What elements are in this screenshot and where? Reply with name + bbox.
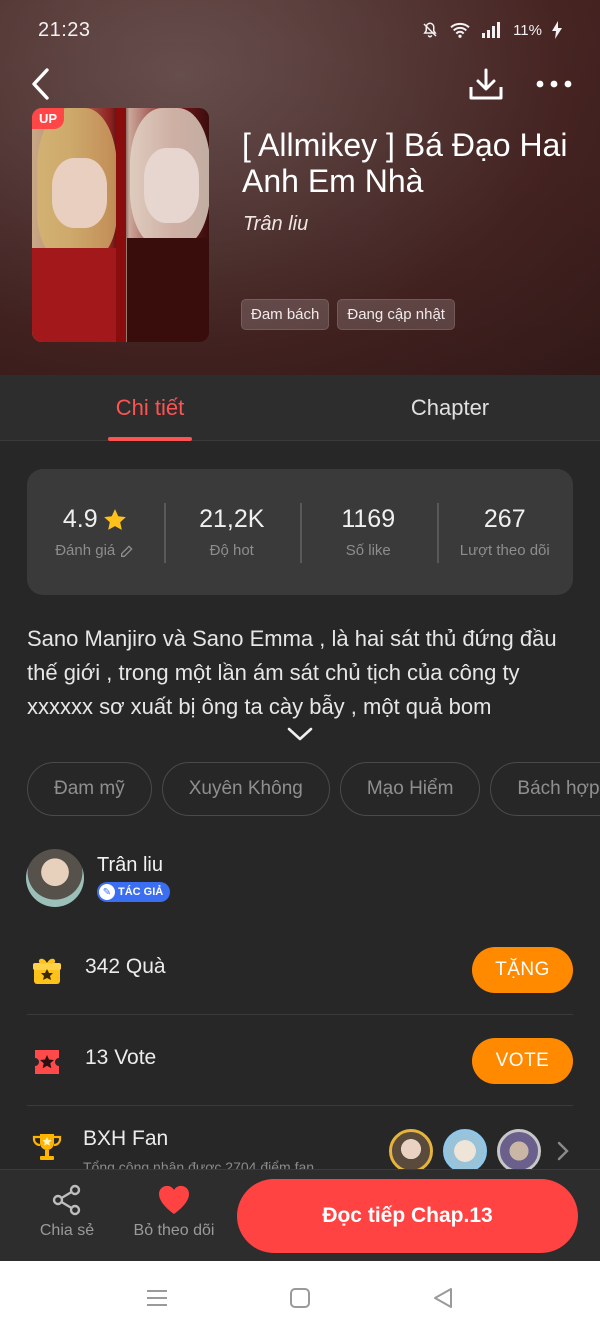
book-title: [ Allmikey ] Bá Đạo Hai Anh Em Nhà — [242, 127, 568, 199]
battery-charging-icon — [552, 21, 562, 39]
hot-value: 21,2K — [199, 505, 265, 533]
vote-count: 13 Vote — [85, 1046, 157, 1069]
battery-text: 11% — [513, 21, 542, 39]
heart-icon — [158, 1185, 190, 1214]
hot-label: Độ hot — [209, 542, 254, 559]
stat-likes: 1169 Số like — [300, 469, 437, 595]
home-button[interactable] — [285, 1283, 315, 1313]
tag-item[interactable]: Xuyên Không — [161, 762, 330, 816]
back-triangle-icon — [434, 1288, 452, 1308]
home-square-icon — [290, 1288, 310, 1308]
chevron-right-icon — [557, 1141, 569, 1161]
rating-label: Đánh giá — [55, 542, 116, 559]
author-row[interactable]: Trân liu ✎ TÁC GIẢ — [26, 849, 586, 907]
fan-avatar[interactable] — [497, 1129, 541, 1173]
likes-label: Số like — [345, 542, 391, 559]
fan-ranking-title: BXH Fan — [83, 1127, 169, 1150]
book-author[interactable]: Trân liu — [243, 213, 308, 236]
give-gift-button[interactable]: TẶNG — [472, 947, 573, 993]
author-name[interactable]: Trân liu — [97, 854, 163, 877]
update-badge: UP — [32, 108, 65, 129]
book-cover[interactable] — [32, 108, 209, 342]
genre-chips: Đam bách Đang cập nhật — [241, 299, 455, 330]
edit-pencil-icon — [121, 544, 133, 557]
top-navigation — [0, 62, 600, 106]
author-avatar[interactable] — [26, 849, 84, 907]
share-label: Chia sẻ — [39, 1222, 95, 1239]
tag-item[interactable]: Mạo Hiểm — [339, 762, 481, 816]
system-back-button[interactable] — [428, 1283, 458, 1313]
followers-value: 267 — [483, 505, 526, 533]
tab-chapter[interactable]: Chapter — [380, 375, 520, 441]
continue-reading-button[interactable]: Đọc tiếp Chap.13 — [237, 1179, 578, 1253]
stat-followers: 267 Lượt theo dõi — [436, 469, 574, 595]
expand-description-button[interactable] — [284, 722, 316, 746]
vote-ticket-icon — [35, 1050, 59, 1074]
rating-value: 4.9 — [62, 505, 98, 533]
more-dots-icon — [536, 80, 572, 88]
share-icon — [52, 1184, 81, 1216]
stat-rating[interactable]: 4.9 Đánh giá — [27, 469, 164, 595]
stats-card: 4.9 Đánh giá 21,2K Độ hot 1169 Số like 2… — [27, 469, 573, 595]
tag-item[interactable]: Đam mỹ — [27, 762, 152, 816]
bottom-action-bar: Chia sẻ Bỏ theo dõi Đọc tiếp Chap.13 — [0, 1169, 600, 1261]
gift-row: 342 Quà TẶNG — [27, 925, 573, 1015]
download-icon — [469, 68, 503, 100]
active-tab-indicator — [108, 437, 192, 441]
status-time: 21:23 — [38, 18, 91, 41]
followers-label: Lượt theo dõi — [459, 542, 550, 559]
mute-icon — [421, 21, 439, 39]
chevron-down-icon — [287, 727, 313, 741]
author-badge: ✎ TÁC GIẢ — [97, 882, 171, 902]
fan-avatar[interactable] — [443, 1129, 487, 1173]
vote-row: 13 Vote VOTE — [27, 1016, 573, 1106]
genre-chip[interactable]: Đam bách — [241, 299, 330, 330]
vote-button[interactable]: VOTE — [472, 1038, 573, 1084]
tab-detail[interactable]: Chi tiết — [80, 375, 220, 441]
gift-icon — [33, 958, 61, 984]
tab-bar: Chi tiết Chapter — [0, 375, 600, 441]
wifi-icon — [449, 21, 471, 39]
unfollow-label: Bỏ theo dõi — [133, 1222, 215, 1239]
stat-hot: 21,2K Độ hot — [163, 469, 301, 595]
top-fans — [389, 1129, 541, 1173]
tag-list: Đam mỹ Xuyên Không Mạo Hiểm Bách hợp — [27, 762, 600, 818]
gift-count: 342 Quà — [85, 955, 166, 978]
status-bar: 21:23 11% — [0, 0, 600, 60]
share-button[interactable]: Chia sẻ — [30, 1184, 104, 1254]
book-description: Sano Manjiro và Sano Emma , là hai sát t… — [27, 626, 557, 719]
trophy-icon — [32, 1134, 62, 1160]
unfollow-button[interactable]: Bỏ theo dõi — [128, 1184, 220, 1254]
recent-apps-button[interactable] — [142, 1283, 172, 1313]
system-navigation-bar — [0, 1261, 600, 1333]
signal-icon — [481, 21, 503, 39]
more-options-button[interactable] — [532, 64, 576, 104]
menu-lines-icon — [147, 1290, 167, 1306]
tag-item[interactable]: Bách hợp — [490, 762, 600, 816]
likes-value: 1169 — [341, 505, 396, 533]
status-chip: Đang cập nhật — [337, 299, 455, 330]
download-button[interactable] — [466, 64, 506, 104]
star-icon — [103, 508, 126, 530]
fan-avatar[interactable] — [389, 1129, 433, 1173]
back-button[interactable] — [22, 64, 58, 104]
chevron-left-icon — [32, 68, 49, 100]
verified-icon: ✎ — [99, 884, 115, 900]
